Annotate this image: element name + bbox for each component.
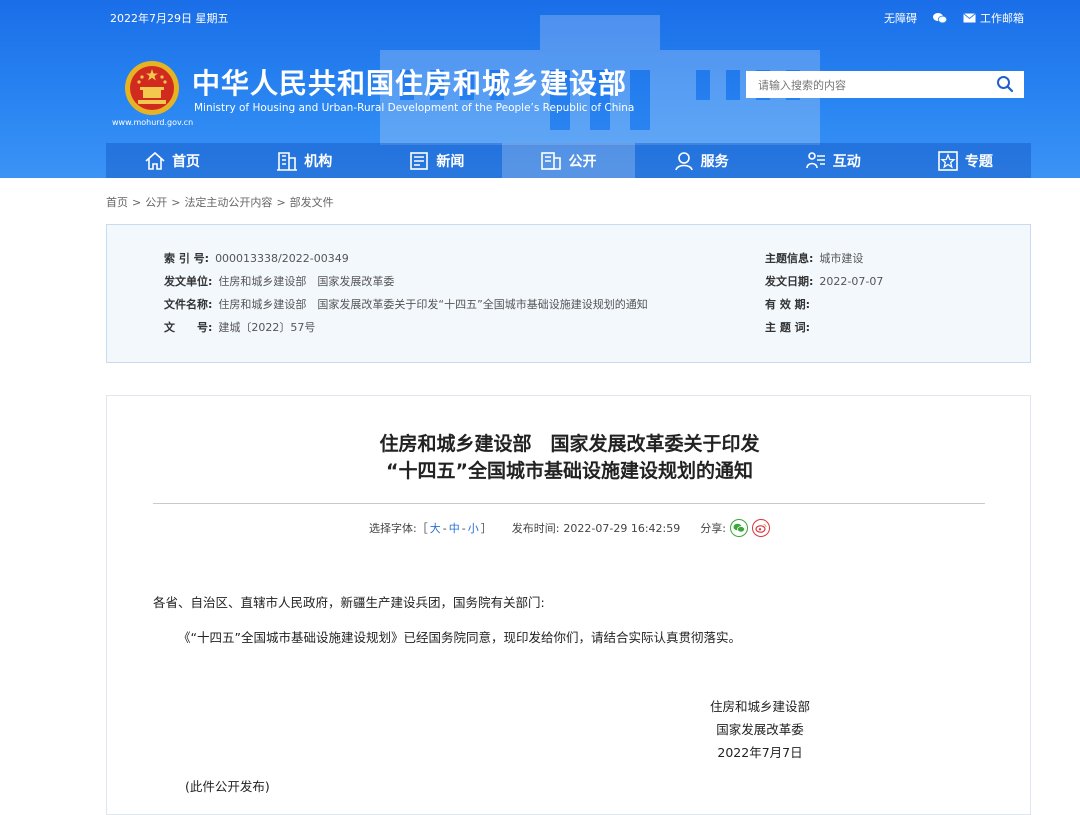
news-icon bbox=[410, 151, 429, 170]
current-date: 2022年7月29日 星期五 bbox=[110, 12, 229, 25]
breadcrumb-public[interactable]: 公开 bbox=[145, 196, 167, 209]
keywords-label: 主 题 词: bbox=[765, 321, 811, 334]
site-title[interactable]: 中华人民共和国住房和城乡建设部 bbox=[192, 62, 627, 102]
accessibility-link[interactable]: 无障碍 bbox=[884, 10, 917, 26]
article-title-line2: “十四五”全国城市基础设施建设规划的通知 bbox=[386, 460, 753, 482]
breadcrumb-statutory[interactable]: 法定主动公开内容 bbox=[184, 196, 272, 209]
publish-time-label: 发布时间: bbox=[511, 522, 560, 535]
mail-icon bbox=[963, 13, 976, 23]
star-icon bbox=[938, 150, 958, 171]
nav-organization[interactable]: 机构 bbox=[238, 143, 370, 178]
signer-ministry: 住房和城乡建设部 bbox=[709, 699, 810, 714]
signer-ndrc: 国家发展改革委 bbox=[716, 722, 804, 737]
home-icon bbox=[145, 151, 165, 170]
filename-value: 住房和城乡建设部 国家发展改革委关于印发“十四五”全国城市基础设施建设规划的通知 bbox=[218, 298, 648, 311]
work-email-link[interactable]: 工作邮箱 bbox=[963, 10, 1024, 26]
issue-date-value: 2022-07-07 bbox=[819, 275, 884, 288]
nav-home-label: 首页 bbox=[172, 153, 201, 170]
index-label: 索 引 号: bbox=[164, 252, 210, 265]
font-size-selector: 选择字体:［ 大 - 中 - 小 ］ bbox=[369, 522, 492, 535]
share-wechat-icon[interactable] bbox=[729, 519, 748, 537]
search-box bbox=[746, 71, 1024, 100]
body-paragraph: 《“十四五”全国城市基础设施建设规划》已经国务院同意，现印发给你们，请结合实际认… bbox=[178, 630, 741, 645]
signature-date: 2022年7月7日 bbox=[717, 745, 803, 760]
share-label: 分享: bbox=[700, 522, 726, 535]
filename-row: 文件名称: 住房和城乡建设部 国家发展改革委关于印发“十四五”全国城市基础设施建设… bbox=[164, 296, 648, 312]
article-meta: 选择字体:［ 大 - 中 - 小 ］ 发布时间: 2022-07-29 16:42:59 分… bbox=[107, 519, 1032, 537]
service-icon bbox=[674, 151, 693, 170]
nav-topics[interactable]: 专题 bbox=[899, 143, 1031, 178]
public-release-note: (此件公开发布) bbox=[185, 779, 270, 794]
search-icon[interactable] bbox=[996, 75, 1014, 93]
title-divider bbox=[153, 503, 985, 504]
interaction-icon bbox=[805, 151, 825, 168]
work-email-label: 工作邮箱 bbox=[980, 12, 1024, 25]
open-document-icon bbox=[541, 151, 562, 170]
issuer-row: 发文单位: 住房和城乡建设部 国家发展改革委 bbox=[164, 273, 394, 289]
national-emblem-icon[interactable] bbox=[124, 60, 180, 116]
validity-label: 有 效 期: bbox=[765, 298, 811, 311]
nav-interaction[interactable]: 互动 bbox=[767, 143, 899, 178]
issue-date-row: 发文日期: 2022-07-07 bbox=[765, 273, 883, 289]
topic-row: 主题信息: 城市建设 bbox=[765, 250, 863, 266]
breadcrumb: 首页 > 公开 > 法定主动公开内容 > 部发文件 bbox=[106, 196, 334, 209]
nav-service-label: 服务 bbox=[700, 153, 729, 170]
font-size-medium[interactable]: 中 bbox=[449, 522, 460, 535]
topic-label: 主题信息: bbox=[765, 252, 814, 265]
site-title-english: Ministry of Housing and Urban-Rural Deve… bbox=[194, 102, 635, 114]
wechat-icon[interactable] bbox=[933, 12, 947, 24]
nav-news-label: 新闻 bbox=[436, 153, 465, 170]
doc-number-row: 文 号: 建城〔2022〕57号 bbox=[164, 319, 315, 335]
article-title-line1: 住房和城乡建设部 国家发展改革委关于印发 bbox=[379, 433, 760, 455]
topic-value: 城市建设 bbox=[819, 252, 864, 265]
filename-label: 文件名称: bbox=[164, 298, 213, 311]
nav-service[interactable]: 服务 bbox=[635, 143, 767, 178]
publish-time-value: 2022-07-29 16:42:59 bbox=[563, 521, 681, 535]
doc-number-label: 文 号: bbox=[164, 321, 213, 334]
article-panel: 住房和城乡建设部 国家发展改革委关于印发 “十四五”全国城市基础设施建设规划的通… bbox=[106, 395, 1031, 815]
issuer-label: 发文单位: bbox=[164, 275, 213, 288]
issuer-value: 住房和城乡建设部 国家发展改革委 bbox=[218, 275, 395, 288]
search-input[interactable] bbox=[756, 71, 980, 100]
share-weibo-icon[interactable] bbox=[751, 519, 770, 537]
issue-date-label: 发文日期: bbox=[765, 275, 814, 288]
nav-interaction-label: 互动 bbox=[832, 153, 861, 170]
keywords-row: 主 题 词: bbox=[765, 319, 816, 335]
document-info-box: 索 引 号: 000013338/2022-00349 发文单位: 住房和城乡建设部… bbox=[106, 224, 1031, 363]
breadcrumb-ministry-docs[interactable]: 部发文件 bbox=[290, 196, 334, 209]
salutation: 各省、自治区、直辖市人民政府，新疆生产建设兵团，国务院有关部门: bbox=[153, 595, 545, 610]
main-nav: 首页 机构 新闻 公开 服务 互动 专题 bbox=[106, 143, 1031, 178]
breadcrumb-home[interactable]: 首页 bbox=[106, 196, 128, 209]
site-header: 2022年7月29日 星期五 无障碍 工作邮箱 www.mohurd.gov.c… bbox=[0, 0, 1080, 178]
nav-topics-label: 专题 bbox=[964, 153, 993, 170]
font-size-end: ］ bbox=[480, 522, 492, 535]
nav-news[interactable]: 新闻 bbox=[370, 143, 502, 178]
validity-row: 有 效 期: bbox=[765, 296, 816, 312]
doc-number-value: 建城〔2022〕57号 bbox=[218, 321, 316, 334]
font-size-large[interactable]: 大 bbox=[430, 522, 441, 535]
nav-home[interactable]: 首页 bbox=[106, 143, 238, 178]
nav-organization-label: 机构 bbox=[304, 153, 333, 170]
site-url: www.mohurd.gov.cn bbox=[112, 118, 194, 127]
building-icon bbox=[277, 151, 298, 171]
index-value: 000013338/2022-00349 bbox=[215, 252, 349, 265]
top-links: 无障碍 工作邮箱 bbox=[884, 10, 1024, 26]
nav-public-label: 公开 bbox=[568, 153, 597, 170]
index-number-row: 索 引 号: 000013338/2022-00349 bbox=[164, 250, 349, 266]
nav-public[interactable]: 公开 bbox=[502, 143, 635, 178]
font-size-small[interactable]: 小 bbox=[468, 522, 479, 535]
font-size-label: 选择字体:［ bbox=[369, 522, 428, 535]
